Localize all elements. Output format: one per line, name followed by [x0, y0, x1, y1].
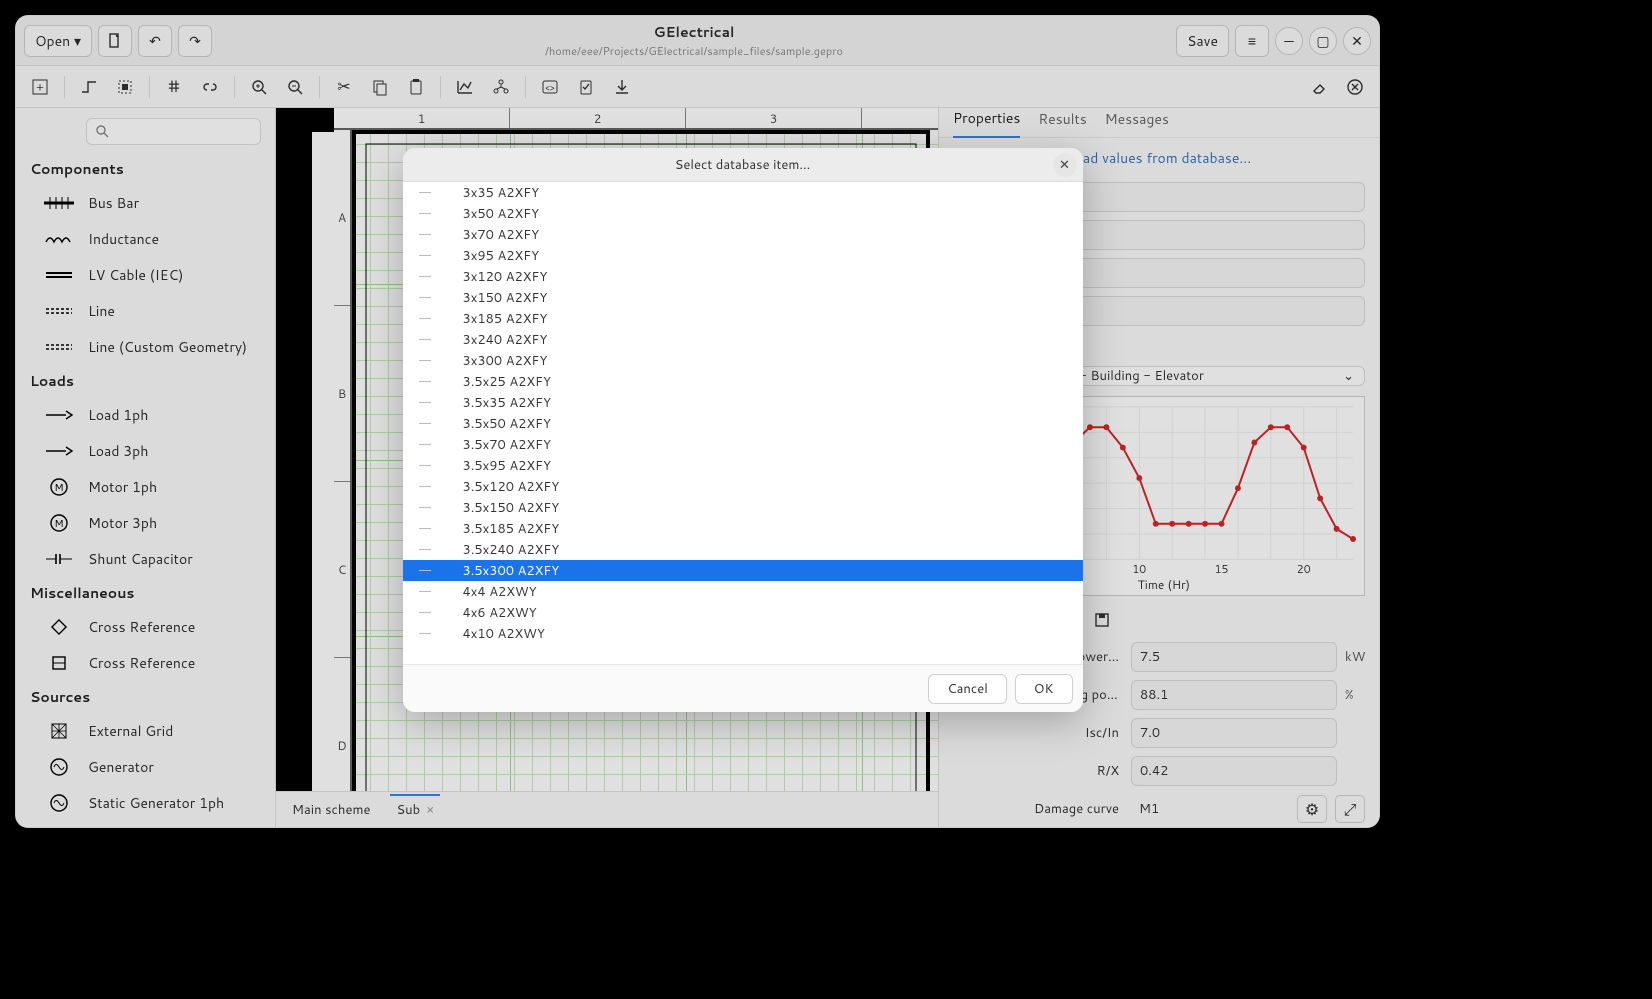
list-item[interactable]: 3x50 A2XFY: [403, 203, 1083, 224]
list-item[interactable]: 4x10 A2XWY: [403, 623, 1083, 644]
list-item[interactable]: 3x300 A2XFY: [403, 350, 1083, 371]
select-db-item-dialog: Select database item... ✕ 3x35 A2XFY3x50…: [403, 148, 1083, 712]
app-window: Open ▾ ↶ ↷ GElectrical /home/eee/Project…: [16, 16, 1379, 827]
list-item[interactable]: 3.5x240 A2XFY: [403, 539, 1083, 560]
list-item[interactable]: 3.5x300 A2XFY: [403, 560, 1083, 581]
list-item[interactable]: 3x35 A2XFY: [403, 182, 1083, 203]
modal-backdrop: Select database item... ✕ 3x35 A2XFY3x50…: [16, 16, 1379, 827]
list-item[interactable]: 4x6 A2XWY: [403, 602, 1083, 623]
list-item[interactable]: 3.5x95 A2XFY: [403, 455, 1083, 476]
list-item[interactable]: 3.5x50 A2XFY: [403, 413, 1083, 434]
list-item[interactable]: 3x70 A2XFY: [403, 224, 1083, 245]
list-item[interactable]: 3x95 A2XFY: [403, 245, 1083, 266]
list-item[interactable]: 3x150 A2XFY: [403, 287, 1083, 308]
list-item[interactable]: 3x240 A2XFY: [403, 329, 1083, 350]
list-item[interactable]: 3.5x150 A2XFY: [403, 497, 1083, 518]
dialog-close-button[interactable]: ✕: [1053, 153, 1077, 177]
list-item[interactable]: 3x185 A2XFY: [403, 308, 1083, 329]
cancel-button[interactable]: Cancel: [928, 674, 1006, 704]
list-item[interactable]: 3x120 A2XFY: [403, 266, 1083, 287]
list-item[interactable]: 3.5x35 A2XFY: [403, 392, 1083, 413]
list-item[interactable]: 3.5x120 A2XFY: [403, 476, 1083, 497]
database-item-list[interactable]: 3x35 A2XFY3x50 A2XFY3x70 A2XFY3x95 A2XFY…: [403, 182, 1083, 664]
list-item[interactable]: 3.5x25 A2XFY: [403, 371, 1083, 392]
ok-button[interactable]: OK: [1015, 674, 1073, 704]
dialog-title: Select database item...: [403, 156, 1083, 174]
list-item[interactable]: 3.5x185 A2XFY: [403, 518, 1083, 539]
list-item[interactable]: 4x4 A2XWY: [403, 581, 1083, 602]
list-item[interactable]: 3.5x70 A2XFY: [403, 434, 1083, 455]
